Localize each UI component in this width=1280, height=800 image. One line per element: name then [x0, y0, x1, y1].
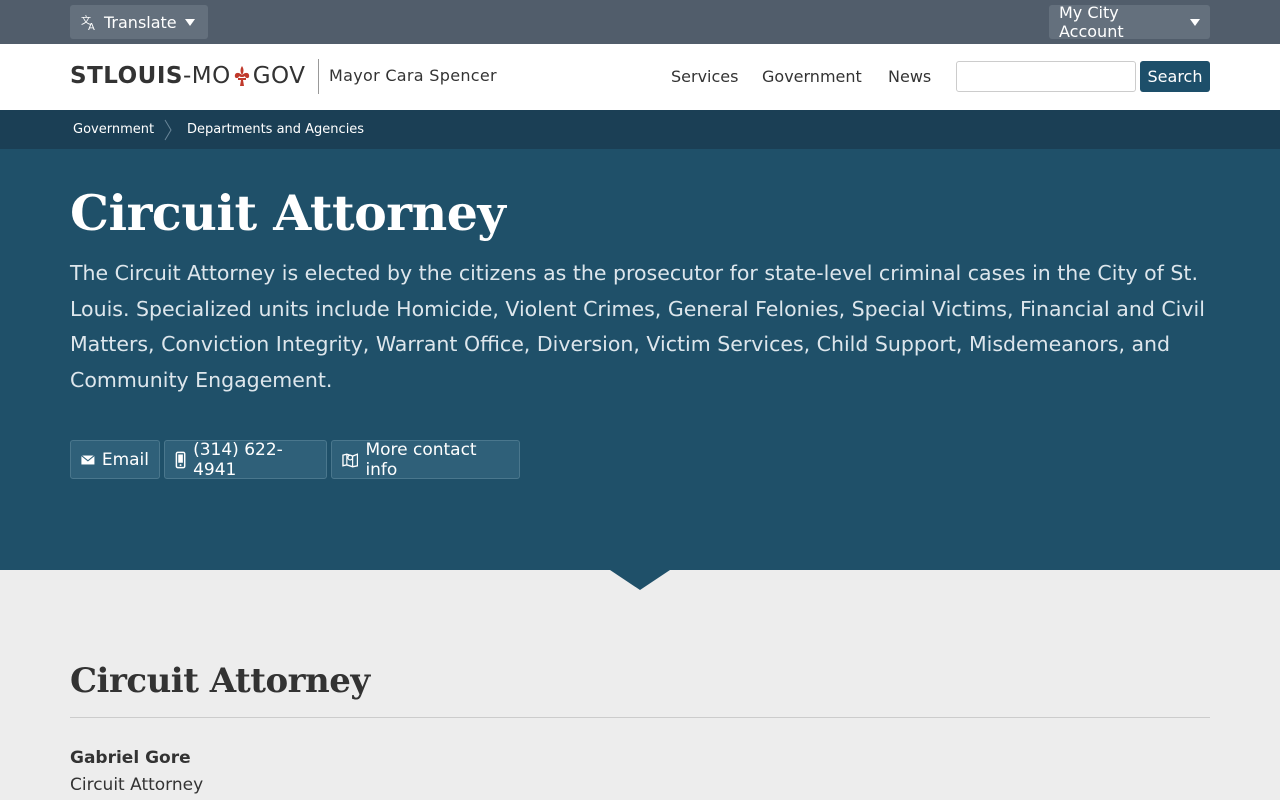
account-label: My City Account — [1059, 3, 1124, 41]
mobile-phone-icon — [175, 451, 186, 468]
more-contact-info-button[interactable]: More contact info — [331, 439, 520, 480]
nav-services[interactable]: Services — [671, 67, 738, 86]
email-label: Email — [101, 449, 149, 470]
breadcrumb: Government Departments and Agencies — [0, 110, 1280, 149]
nav-government[interactable]: Government — [762, 67, 862, 86]
chevron-right-icon — [164, 119, 172, 141]
page-title: Circuit Attorney — [70, 184, 506, 242]
search-button[interactable]: Search — [1140, 61, 1210, 92]
my-city-account-button[interactable]: My City Account — [1049, 3, 1210, 41]
page-description: The Circuit Attorney is elected by the c… — [70, 261, 1205, 392]
search-input[interactable] — [956, 61, 1136, 92]
fleur-de-lis-icon — [234, 66, 249, 86]
logo-text-gov: GOV — [252, 63, 306, 89]
translate-button[interactable]: 文 A Translate — [70, 5, 208, 39]
svg-text:A: A — [88, 22, 95, 31]
breadcrumb-departments[interactable]: Departments and Agencies — [187, 122, 364, 137]
logo-text-mo: -MO — [182, 63, 231, 89]
phone-button[interactable]: (314) 622-4941 — [164, 439, 327, 480]
chevron-down-icon — [184, 18, 195, 26]
site-logo[interactable]: STLOUIS -MO GOV — [70, 63, 305, 89]
site-header: STLOUIS -MO GOV Mayor Cara Spencer Servi… — [0, 44, 1280, 110]
map-pin-icon — [342, 453, 359, 468]
nav-news[interactable]: News — [888, 67, 931, 86]
hero-section: Circuit Attorney The Circuit Attorney is… — [0, 149, 1280, 570]
mayor-link[interactable]: Mayor Cara Spencer — [329, 66, 497, 85]
translate-label: Translate — [104, 12, 177, 32]
translate-icon: 文 A — [81, 14, 95, 31]
phone-label: (314) 622-4941 — [193, 439, 283, 480]
chevron-down-icon — [1190, 18, 1200, 26]
breadcrumb-government[interactable]: Government — [73, 122, 154, 137]
logo-text-stlouis: STLOUIS — [70, 63, 183, 89]
envelope-icon — [81, 454, 95, 464]
email-button[interactable]: Email — [70, 440, 160, 479]
more-contact-label: More contact info — [365, 439, 477, 480]
section-divider — [70, 717, 1210, 718]
utility-bar: 文 A Translate My City Account — [0, 0, 1280, 44]
person-name: Gabriel Gore — [70, 748, 191, 768]
logo-divider — [318, 59, 319, 94]
person-role: Circuit Attorney — [70, 775, 204, 795]
hero-pointer-arrow — [610, 570, 670, 590]
section-title: Circuit Attorney — [70, 661, 370, 701]
